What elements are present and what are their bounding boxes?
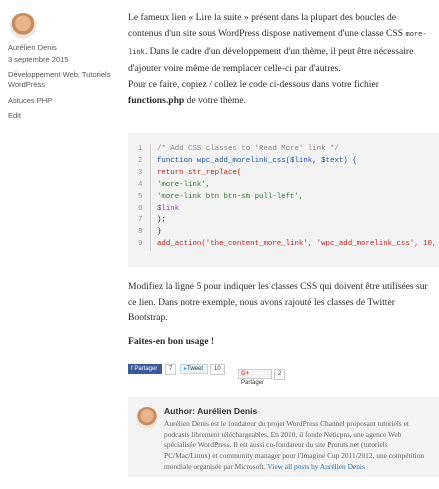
code-line: 2 function wpc_add_morelink_css($link, $t… [138,155,439,168]
intro-text: Le fameux lien « Lire la suite » présent… [128,12,406,39]
code-text: } [157,228,162,237]
gutter-divider [150,239,151,252]
code-text: $link [157,204,180,213]
tweet-button[interactable]: ▸Tweet [180,364,208,374]
line-number: 2 [138,156,143,165]
closing-line: Faites-en bon usage ! [128,336,215,347]
intro-paragraph: Le fameux lien « Lire la suite » présent… [128,10,432,77]
code-text: /* Add CSS classes to 'Read More' link *… [157,145,339,153]
facebook-count: 7 [165,364,177,375]
post-meta-sidebar: Aurélien Denis 3 septembre 2015 Développ… [8,13,118,120]
gutter-divider [150,203,151,216]
post-tags[interactable]: Astuces PHP [8,96,118,105]
post-date[interactable]: 3 septembre 2015 [8,55,118,64]
line-number: 1 [138,145,143,153]
instruction-text: Pour ce faire, copiez / collez le code c… [128,79,379,91]
code-lines: 1 /* Add CSS classes to 'Read More' link … [138,144,439,252]
tweet-count: 10 [210,364,225,375]
author-box-avatar [136,407,158,429]
code-line: 7); [138,215,439,228]
gutter-divider [150,144,151,156]
code-line: 6 $link [138,203,439,216]
code-line: 1 /* Add CSS classes to 'Read More' link … [138,144,439,156]
filename: functions.php [128,94,185,106]
gutter-divider [150,155,151,168]
instruction-paragraph: Pour ce faire, copiez / collez le code c… [128,77,432,109]
code-text: add_action('the_content_more_link', 'wpc… [157,240,439,249]
code-text: 'more-link btn btn-sm pull-left', [157,192,304,201]
line-number: 8 [138,228,143,237]
line-number: 3 [138,168,143,177]
gutter-divider [150,227,151,240]
code-text: ); [157,216,166,225]
gplus-count: 2 [274,369,286,380]
gutter-divider [150,191,151,204]
post-categories[interactable]: Développement Web, Tutoriels WordPress [8,70,118,89]
code-line: 5 'more-link btn btn-sm pull-left', [138,191,439,204]
facebook-label: Partager [134,366,158,372]
instruction-text-end: de votre thème. [184,94,247,106]
facebook-share-button[interactable]: f Partager [128,364,162,374]
tweet-label: Tweet [187,366,204,372]
code-line: 3 return str_replace( [138,167,439,180]
line-number: 9 [138,240,143,249]
gutter-divider [150,215,151,228]
code-line: 9 add_action('the_content_more_link', 'wp… [138,239,439,252]
view-all-posts-link[interactable]: View all posts by Aurélien Denis [267,462,364,471]
code-text: return str_replace( [157,168,242,177]
explanation-paragraph: Modifiez la ligne 5 pour indiquer les cl… [128,281,428,324]
gplus-label: Partager [241,380,265,386]
author-box: Author: Aurélien Denis Aurélien Denis es… [128,397,439,477]
code-block[interactable]: 1 /* Add CSS classes to 'Read More' link … [128,133,439,267]
code-text: function wpc_add_morelink_css($link, $te… [157,156,357,165]
line-number: 4 [138,180,143,189]
author-bio: Aurélien Denis est le fondateur du proje… [164,419,434,473]
intro-text-end: . Dans le cadre d'un développement d'un … [128,45,414,75]
edit-link[interactable]: Edit [8,111,118,120]
line-number: 6 [138,204,143,213]
post-content: Le fameux lien « Lire la suite » présent… [128,10,432,109]
gplus-share-button[interactable]: G+ Partager [238,369,272,386]
gplus-icon: G+ [241,371,250,377]
author-avatar[interactable] [10,13,36,39]
code-line: 8} [138,227,439,240]
code-line: 4 'more-link', [138,179,439,192]
gutter-divider [150,179,151,192]
author-name[interactable]: Aurélien Denis [8,43,118,52]
code-text: 'more-link', [157,180,211,189]
gutter-divider [150,167,151,180]
line-number: 7 [138,216,143,225]
line-number: 5 [138,192,143,201]
author-box-title: Author: Aurélien Denis [164,406,258,416]
